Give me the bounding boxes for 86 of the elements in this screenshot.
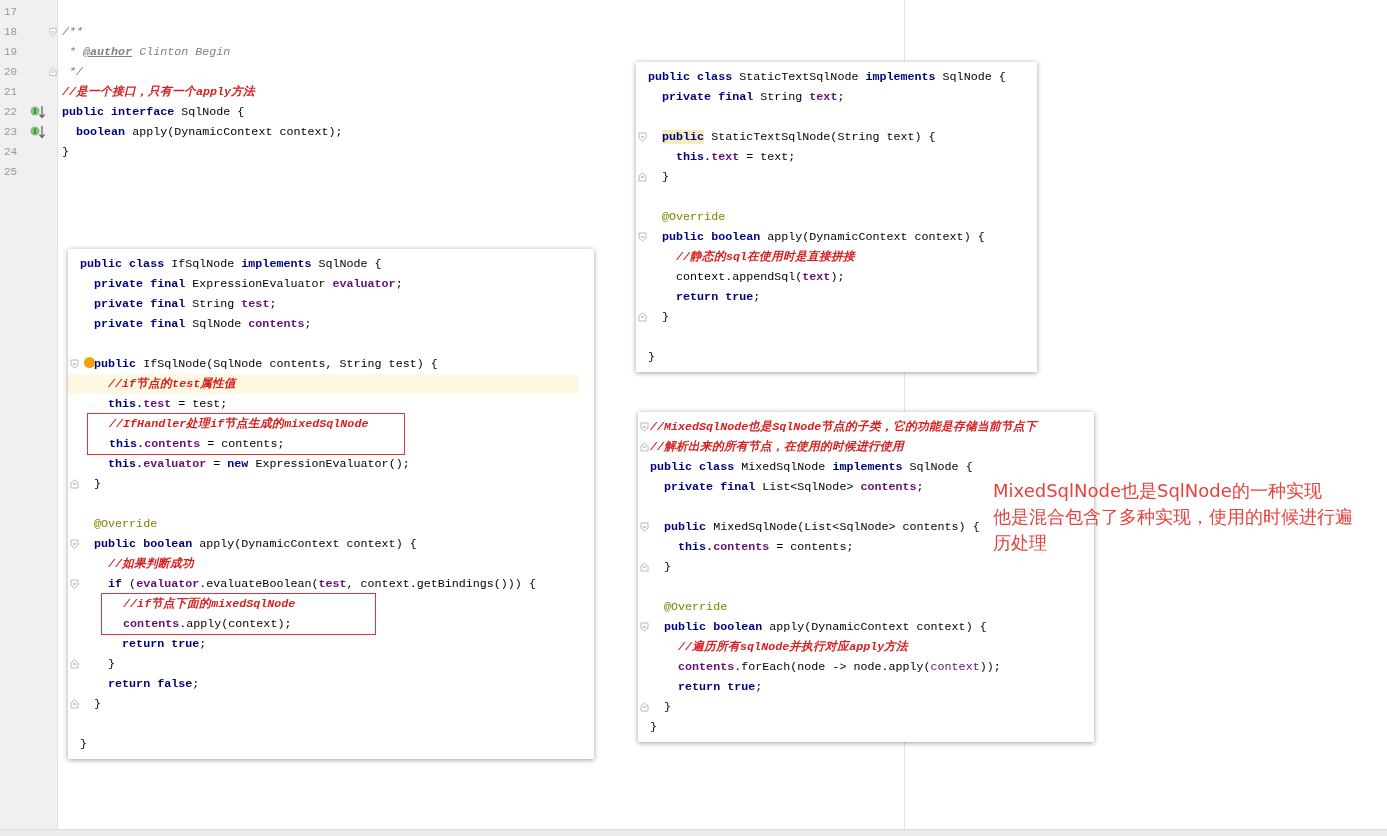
code-line: * @author Clinton Begin <box>69 44 231 61</box>
fold-icon[interactable] <box>639 702 649 712</box>
code-line: } <box>662 309 670 326</box>
line-number: 24 <box>3 146 19 158</box>
line-number: 25 <box>3 166 19 178</box>
code-line: @Override <box>664 599 728 616</box>
code-line: public class MixedSqlNode implements SqlNode { <box>650 459 973 476</box>
code-line: public IfSqlNode(SqlNode contents, String test) { <box>94 356 438 373</box>
fold-icon[interactable] <box>69 479 79 489</box>
code-line: } <box>94 696 102 713</box>
code-line: private final String text; <box>662 89 845 106</box>
fold-icon[interactable] <box>639 522 649 532</box>
fold-icon[interactable] <box>49 67 57 77</box>
line-number: 21 <box>3 86 19 98</box>
code-line: //MixedSqlNode也是SqlNode节点的子类，它的功能是存储当前节点下 <box>650 419 1038 436</box>
code-line: contents.apply(context); <box>123 616 292 633</box>
code-line: //解析出来的所有节点，在使用的时候进行使用 <box>650 439 905 456</box>
code-line: } <box>108 656 116 673</box>
code-line: private final List<SqlNode> contents; <box>664 479 924 496</box>
code-line: //if节点的test属性值 <box>108 376 237 393</box>
code-line: public StaticTextSqlNode(String text) { <box>662 129 936 146</box>
code-line: public boolean apply(DynamicContext context) { <box>662 229 985 246</box>
code-line: } <box>650 719 657 736</box>
code-line: } <box>94 476 102 493</box>
code-line: */ <box>69 64 84 81</box>
code-line: public class IfSqlNode implements SqlNode { <box>80 256 382 273</box>
fold-icon[interactable] <box>639 562 649 572</box>
code-line: @Override <box>662 209 726 226</box>
code-line: return true; <box>122 636 207 653</box>
code-line: /** <box>62 24 84 41</box>
fold-icon[interactable] <box>637 312 647 322</box>
code-line: } <box>80 736 87 753</box>
line-number: 17 <box>3 6 19 18</box>
fold-icon[interactable] <box>637 232 647 242</box>
line-number: 19 <box>3 46 19 58</box>
code-line: public MixedSqlNode(List<SqlNode> contents) { <box>664 519 980 536</box>
fold-icon[interactable] <box>637 172 647 182</box>
line-number: 20 <box>3 66 19 78</box>
code-line: //静态的sql在使用时是直接拼接 <box>676 249 856 266</box>
fold-icon[interactable] <box>69 659 79 669</box>
code-line: return true; <box>678 679 763 696</box>
code-line: context.appendSql(text); <box>676 269 845 286</box>
circle-arrow-icon[interactable] <box>29 105 45 119</box>
code-line: contents.forEach(node -> node.apply(context)); <box>678 659 1001 676</box>
code-line: //遍历所有sqlNode并执行对应apply方法 <box>678 639 909 656</box>
code-line: private final String test; <box>94 296 277 313</box>
fold-icon[interactable] <box>639 622 649 632</box>
fold-icon[interactable] <box>69 539 79 549</box>
fold-icon[interactable] <box>637 132 647 142</box>
code-line: //if节点下面的mixedSqlNode <box>123 596 296 613</box>
code-line: } <box>648 349 655 366</box>
fold-icon[interactable] <box>69 699 79 709</box>
code-line: public class StaticTextSqlNode implements SqlNode { <box>648 69 1006 86</box>
code-line: public interface SqlNode { <box>62 104 245 121</box>
line-number: 23 <box>3 126 19 138</box>
line-number: 22 <box>3 106 19 118</box>
code-line: //IfHandler处理if节点生成的mixedSqlNode <box>109 416 369 433</box>
code-line: private final SqlNode contents; <box>94 316 312 333</box>
code-line: this.evaluator = new ExpressionEvaluator(); <box>108 456 410 473</box>
code-line: //是一个接口，只有一个apply方法 <box>62 84 256 101</box>
circle-arrow-icon[interactable] <box>29 125 45 139</box>
code-line: boolean apply(DynamicContext context); <box>76 124 343 141</box>
code-line: this.contents = contents; <box>678 539 854 556</box>
code-line: private final ExpressionEvaluator evaluator; <box>94 276 403 293</box>
code-line: if (evaluator.evaluateBoolean(test, context.getBindings())) { <box>108 576 536 593</box>
code-line: public boolean apply(DynamicContext context) { <box>664 619 987 636</box>
code-line: //如果判断成功 <box>108 556 195 573</box>
fold-icon[interactable] <box>639 422 649 432</box>
code-line: } <box>664 559 672 576</box>
fold-icon[interactable] <box>639 442 649 452</box>
annotation-note: MixedSqlNode也是SqlNode的一种实现 他是混合包含了多种实现，使用的时候进行遍 历处理 <box>993 479 1353 555</box>
code-line: this.test = test; <box>108 396 228 413</box>
code-line: @Override <box>94 516 158 533</box>
code-line: return false; <box>108 676 200 693</box>
fold-icon[interactable] <box>69 579 79 589</box>
code-line: } <box>62 144 69 161</box>
code-line: } <box>662 169 670 186</box>
code-line: this.contents = contents; <box>109 436 285 453</box>
fold-icon[interactable] <box>49 27 57 37</box>
line-number: 18 <box>3 26 19 38</box>
code-line: return true; <box>676 289 761 306</box>
code-line: } <box>664 699 672 716</box>
code-line: this.text = text; <box>676 149 796 166</box>
bulb-icon[interactable] <box>84 357 95 368</box>
fold-icon[interactable] <box>69 359 79 369</box>
code-line: public boolean apply(DynamicContext context) { <box>94 536 417 553</box>
